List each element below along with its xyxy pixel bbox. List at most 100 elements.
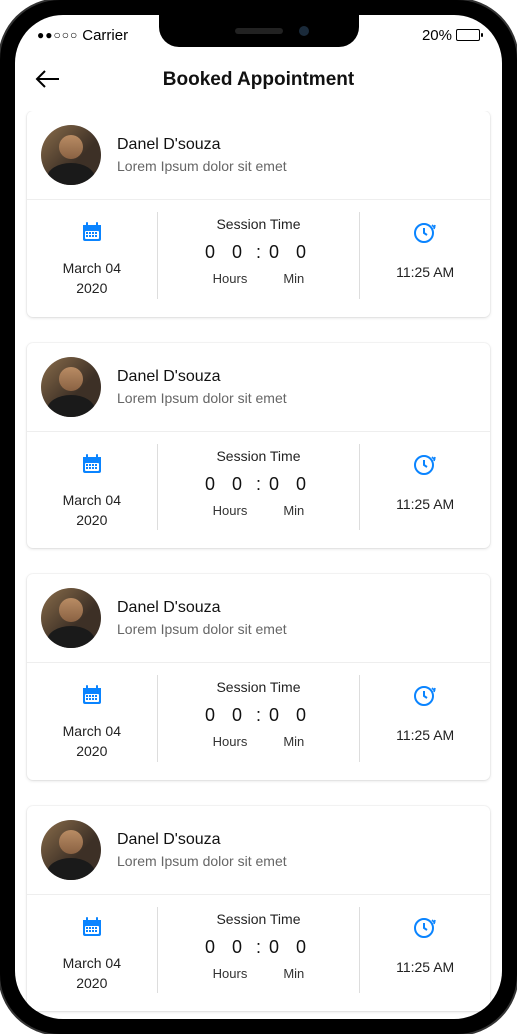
front-camera: [299, 26, 309, 36]
avatar[interactable]: [41, 125, 101, 185]
session-units: Hours Min: [213, 503, 305, 518]
side-button: [0, 150, 1, 185]
session-hours: 0 0: [205, 705, 248, 726]
hours-label: Hours: [213, 734, 248, 749]
colon: :: [256, 705, 261, 726]
calendar-icon: [80, 683, 104, 707]
app-header: Booked Appointment: [15, 55, 502, 111]
session-minutes: 0 0: [269, 474, 312, 495]
date-column: March 04 2020: [27, 907, 157, 994]
session-column: Session Time 0 0 : 0 0 Hours Min: [157, 444, 361, 531]
session-column: Session Time 0 0 : 0 0 Hours Min: [157, 675, 361, 762]
clock-icon: [412, 452, 438, 478]
user-subtitle: Lorem Ipsum dolor sit emet: [117, 158, 287, 174]
card-header: Danel D'souza Lorem Ipsum dolor sit emet: [27, 343, 490, 432]
appointment-list[interactable]: Danel D'souza Lorem Ipsum dolor sit emet: [15, 111, 502, 1015]
calendar-icon: [80, 452, 104, 476]
clock-icon: [412, 915, 438, 941]
appointment-card[interactable]: Danel D'souza Lorem Ipsum dolor sit emet: [27, 806, 490, 1012]
card-header: Danel D'souza Lorem Ipsum dolor sit emet: [27, 111, 490, 200]
date-text: March 04 2020: [63, 721, 121, 762]
battery-icon: [456, 29, 480, 41]
status-left: ●●○○○ Carrier: [37, 27, 128, 44]
user-subtitle: Lorem Ipsum dolor sit emet: [117, 621, 287, 637]
date-text: March 04 2020: [63, 490, 121, 531]
card-body: March 04 2020 Session Time 0 0 : 0 0 Hou…: [27, 663, 490, 780]
avatar[interactable]: [41, 357, 101, 417]
min-label: Min: [283, 966, 304, 981]
carrier-label: Carrier: [82, 27, 128, 44]
hours-label: Hours: [213, 271, 248, 286]
volume-up-button: [0, 210, 1, 275]
time-column: 11:25 AM: [360, 212, 490, 299]
page-title: Booked Appointment: [163, 69, 354, 91]
card-body: March 04 2020 Session Time 0 0 : 0 0 Hou…: [27, 432, 490, 549]
appointment-card[interactable]: Danel D'souza Lorem Ipsum dolor sit emet: [27, 343, 490, 549]
date-text: March 04 2020: [63, 258, 121, 299]
calendar-icon: [80, 915, 104, 939]
user-name: Danel D'souza: [117, 831, 287, 849]
user-name: Danel D'souza: [117, 136, 287, 154]
session-time: 0 0 : 0 0: [205, 474, 312, 495]
back-button[interactable]: [35, 67, 61, 93]
colon: :: [256, 474, 261, 495]
time-text: 11:25 AM: [396, 264, 454, 280]
arrow-left-icon: [35, 69, 61, 89]
session-minutes: 0 0: [269, 242, 312, 263]
date-column: March 04 2020: [27, 675, 157, 762]
min-label: Min: [283, 503, 304, 518]
clock-icon: [412, 683, 438, 709]
session-label: Session Time: [216, 448, 300, 464]
session-column: Session Time 0 0 : 0 0 Hours Min: [157, 907, 361, 994]
speaker: [235, 28, 283, 34]
session-minutes: 0 0: [269, 937, 312, 958]
session-hours: 0 0: [205, 474, 248, 495]
colon: :: [256, 242, 261, 263]
appointment-card[interactable]: Danel D'souza Lorem Ipsum dolor sit emet: [27, 111, 490, 317]
session-units: Hours Min: [213, 966, 305, 981]
session-column: Session Time 0 0 : 0 0 Hours Min: [157, 212, 361, 299]
session-minutes: 0 0: [269, 705, 312, 726]
card-header: Danel D'souza Lorem Ipsum dolor sit emet: [27, 574, 490, 663]
colon: :: [256, 937, 261, 958]
min-label: Min: [283, 734, 304, 749]
session-label: Session Time: [216, 216, 300, 232]
date-column: March 04 2020: [27, 212, 157, 299]
hours-label: Hours: [213, 503, 248, 518]
session-time: 0 0 : 0 0: [205, 242, 312, 263]
battery-pct: 20%: [422, 27, 452, 44]
appointment-card[interactable]: Danel D'souza Lorem Ipsum dolor sit emet: [27, 574, 490, 780]
user-name: Danel D'souza: [117, 368, 287, 386]
min-label: Min: [283, 271, 304, 286]
notch: [159, 15, 359, 47]
time-text: 11:25 AM: [396, 496, 454, 512]
time-column: 11:25 AM: [360, 907, 490, 994]
session-hours: 0 0: [205, 937, 248, 958]
session-label: Session Time: [216, 679, 300, 695]
card-body: March 04 2020 Session Time 0 0 : 0 0 Hou…: [27, 200, 490, 317]
volume-down-button: [0, 290, 1, 355]
card-body: March 04 2020 Session Time 0 0 : 0 0 Hou…: [27, 895, 490, 1012]
signal-icon: ●●○○○: [37, 28, 78, 42]
time-text: 11:25 AM: [396, 727, 454, 743]
time-text: 11:25 AM: [396, 959, 454, 975]
time-column: 11:25 AM: [360, 444, 490, 531]
card-header: Danel D'souza Lorem Ipsum dolor sit emet: [27, 806, 490, 895]
calendar-icon: [80, 220, 104, 244]
phone-frame: ●●○○○ Carrier 20% Booked Appointment Dan…: [0, 0, 517, 1034]
user-name: Danel D'souza: [117, 599, 287, 617]
status-right: 20%: [422, 27, 480, 44]
time-column: 11:25 AM: [360, 675, 490, 762]
session-hours: 0 0: [205, 242, 248, 263]
date-text: March 04 2020: [63, 953, 121, 994]
session-label: Session Time: [216, 911, 300, 927]
user-subtitle: Lorem Ipsum dolor sit emet: [117, 853, 287, 869]
avatar[interactable]: [41, 588, 101, 648]
hours-label: Hours: [213, 966, 248, 981]
avatar[interactable]: [41, 820, 101, 880]
session-units: Hours Min: [213, 271, 305, 286]
session-time: 0 0 : 0 0: [205, 937, 312, 958]
user-subtitle: Lorem Ipsum dolor sit emet: [117, 390, 287, 406]
session-units: Hours Min: [213, 734, 305, 749]
session-time: 0 0 : 0 0: [205, 705, 312, 726]
